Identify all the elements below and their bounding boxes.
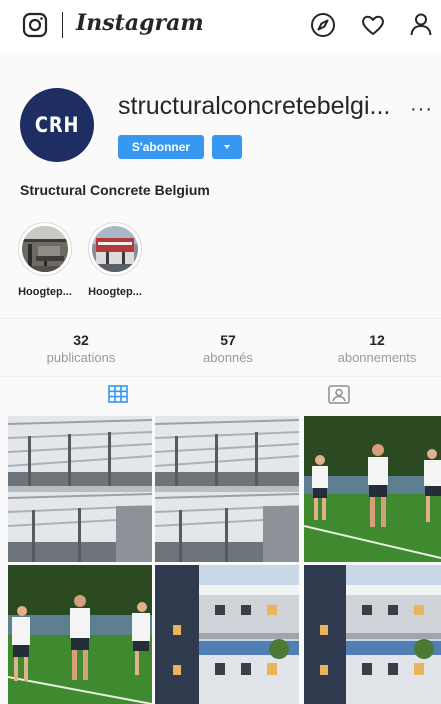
top-navigation: Instagram [0,0,441,52]
post-thumbnail[interactable] [8,416,152,562]
suggestions-dropdown-button[interactable] [212,135,242,159]
highlight-thumbnail [92,226,138,272]
highlight-thumbnail [22,226,68,272]
highlight-label: Hoogtep... [18,286,72,298]
divider [0,318,441,319]
post-thumbnail[interactable] [304,416,441,562]
following-count[interactable]: 12 abonnements [317,332,437,365]
profile-avatar[interactable]: CRH [20,88,94,162]
following-count-value: 12 [369,332,385,348]
profile-username: structuralconcretebelgi... [118,92,391,120]
followers-count-label: abonnés [203,350,253,365]
logo-divider [62,12,63,38]
posts-count-label: publications [46,350,116,365]
followers-count-value: 57 [220,332,236,348]
following-count-label: abonnements [337,350,417,365]
highlight-ring [88,222,142,276]
divider [0,376,441,377]
post-thumbnail[interactable] [155,565,299,704]
post-thumbnail[interactable] [8,565,152,704]
tagged-icon[interactable] [328,384,350,404]
followers-count[interactable]: 57 abonnés [168,332,288,365]
posts-count-value: 32 [73,332,89,348]
compass-icon[interactable] [310,12,336,38]
user-icon[interactable] [408,11,434,37]
post-thumbnail[interactable] [155,416,299,562]
instagram-wordmark[interactable]: Instagram [76,10,204,36]
highlight-label: Hoogtep... [88,286,142,298]
posts-count: 32 publications [21,332,141,365]
grid-icon[interactable] [108,385,128,403]
instagram-logo-icon[interactable] [22,12,48,38]
post-thumbnail[interactable] [304,565,441,704]
chevron-down-icon [224,145,230,149]
follow-button[interactable]: S'abonner [118,135,204,159]
highlight-item[interactable]: Hoogtep... [88,222,142,298]
highlight-item[interactable]: Hoogtep... [18,222,72,298]
highlight-ring [18,222,72,276]
heart-icon[interactable] [360,12,386,38]
avatar-logo-text: CRH [34,113,80,137]
more-options-icon[interactable]: ··· [410,98,433,121]
profile-full-name: Structural Concrete Belgium [20,182,210,198]
